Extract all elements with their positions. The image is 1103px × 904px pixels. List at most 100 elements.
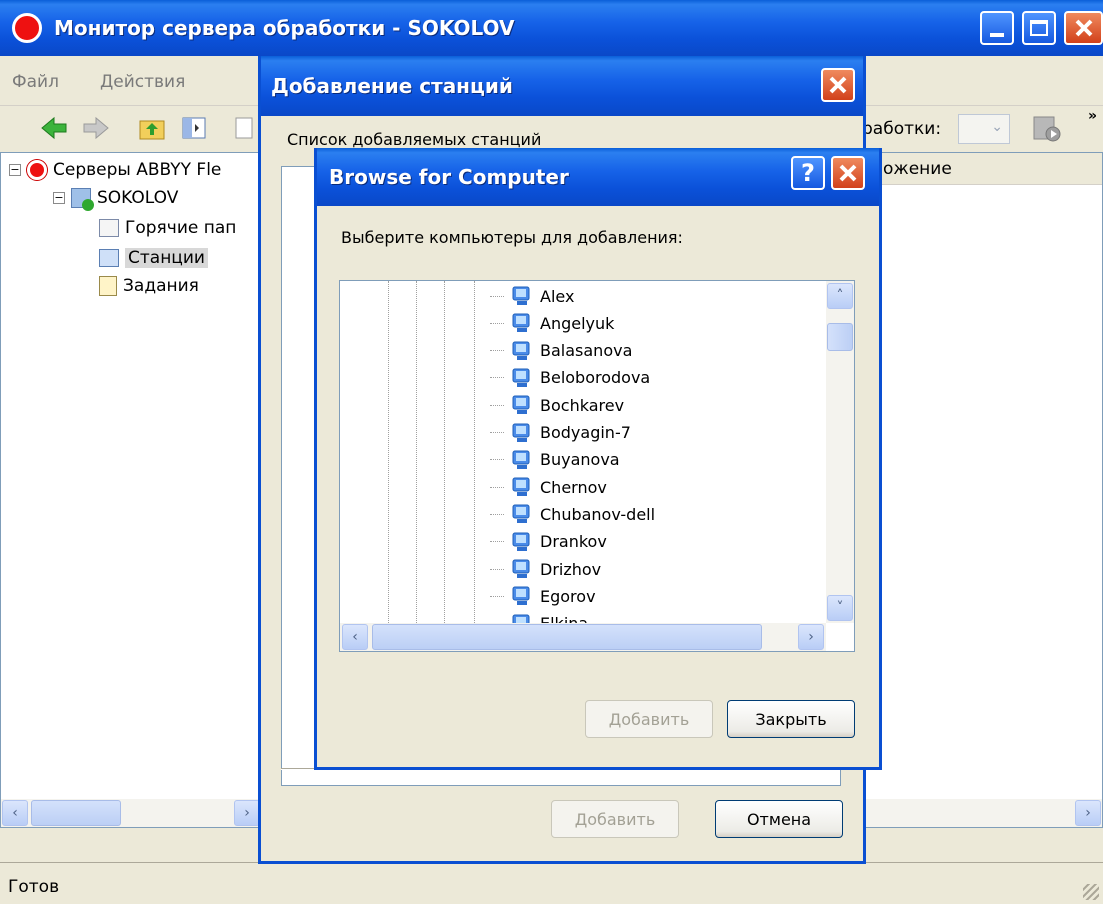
tree-connector [490,595,504,597]
minimize-icon [990,33,1004,37]
menu-actions[interactable]: Действия [100,72,185,92]
toolbar-overflow-icon[interactable]: » [1088,108,1097,124]
computer-icon [512,313,532,333]
browse-for-computer-dialog: Browse for Computer ? Выберите компьютер… [314,148,882,770]
properties-icon [235,117,253,139]
main-title-bar[interactable]: Монитор сервера обработки - SOKOLOV [0,0,1103,56]
start-processing-button[interactable] [1030,112,1062,144]
close-icon [829,76,847,94]
tree-connector [490,459,504,461]
window-title: Монитор сервера обработки - SOKOLOV [54,16,515,40]
computer-name: Alex [540,286,575,306]
browse-dialog-title-bar[interactable]: Browse for Computer ? [317,148,879,206]
computer-name: Chubanov-dell [540,504,656,524]
scroll-thumb[interactable] [372,624,762,650]
tree-guide-line [474,281,475,623]
computer-tree[interactable]: Alex Angelyuk Balasanova Beloborodova Bochka… [339,280,855,652]
computer-icon [512,395,532,415]
tree-connector [490,404,504,406]
computer-item[interactable]: Bodyagin-7 [490,420,631,446]
status-text: Готов [8,877,60,897]
resize-grip-icon[interactable] [1083,884,1099,900]
browse-add-button[interactable]: Добавить [585,700,713,738]
scroll-thumb[interactable] [827,323,853,351]
start-server-icon [1033,116,1061,142]
browse-close-button[interactable]: Закрыть [727,700,855,738]
tree-connector [490,377,504,379]
collapse-icon[interactable]: − [9,164,21,176]
tree-connector [490,350,504,352]
add-button[interactable]: Добавить [551,800,679,838]
scroll-up-arrow[interactable]: ˄ [827,283,853,309]
close-icon [839,164,857,182]
menu-file[interactable]: Файл [12,72,59,92]
maximize-button[interactable] [1022,11,1056,45]
scroll-thumb[interactable] [31,800,121,826]
tree-vertical-scrollbar[interactable]: ˄ ˅ [826,281,854,623]
computer-item[interactable]: Drankov [490,529,607,555]
back-button[interactable] [38,112,70,144]
tree-item-hot-folders[interactable]: Горячие пап [99,215,236,241]
computer-item[interactable]: Chubanov-dell [490,501,655,527]
tree-item-jobs[interactable]: Задания [99,273,199,299]
scroll-right-arrow[interactable]: › [798,624,824,650]
stations-list-label: Список добавляемых станций [287,130,542,149]
console-tree[interactable]: − Серверы ABBYY Fle − SOKOLOV Горячие па… [0,152,262,828]
close-button[interactable] [1064,11,1103,45]
computer-name: Drankov [540,532,607,552]
tree-connector [490,486,504,488]
up-folder-button[interactable] [136,112,168,144]
add-dialog-title-bar[interactable]: Добавление станций [261,56,863,116]
tree-item-label: Серверы ABBYY Fle [53,160,222,180]
maximize-icon [1030,20,1048,36]
browse-dialog-close-button[interactable] [831,156,865,190]
help-button[interactable]: ? [791,156,825,190]
cancel-button[interactable]: Отмена [715,800,843,838]
tree-connector [490,568,504,570]
browse-dialog-title: Browse for Computer [329,165,569,189]
back-arrow-icon [41,116,67,140]
show-hide-tree-button[interactable] [178,112,210,144]
tree-item-label: SOKOLOV [97,188,179,208]
computer-item[interactable]: Drizhov [490,556,601,582]
properties-button[interactable] [228,112,260,144]
status-bar: Готов [0,862,1103,904]
computer-name: Buyanova [540,450,620,470]
toolbar-partial-label: работки: [862,119,942,139]
computer-item[interactable]: Beloborodova [490,365,650,391]
tree-connector [490,322,504,324]
computer-icon [512,450,532,470]
tree-horizontal-scrollbar[interactable]: ‹ › [340,623,826,651]
scroll-right-arrow[interactable]: › [234,800,260,826]
computer-item[interactable]: Angelyuk [490,310,614,336]
collapse-icon[interactable]: − [53,192,65,204]
computer-item[interactable]: Egorov [490,583,596,609]
tree-item-label: Станции [125,248,208,268]
computer-item[interactable]: Alex [490,283,574,309]
scroll-down-arrow[interactable]: ˅ [827,595,853,621]
chevron-down-icon: ⌄ [991,119,1003,135]
computer-item[interactable]: Bochkarev [490,392,624,418]
server-icon [71,188,94,211]
tree-horizontal-scrollbar[interactable]: ‹ › [1,799,261,827]
scroll-left-arrow[interactable]: ‹ [2,800,28,826]
add-dialog-close-button[interactable] [821,68,855,102]
tree-item-server[interactable]: − SOKOLOV [53,185,178,211]
tree-item-root[interactable]: − Серверы ABBYY Fle [9,157,221,183]
computer-name: Bochkarev [540,395,625,415]
scroll-left-arrow[interactable]: ‹ [342,624,368,650]
computer-icon [512,504,532,524]
forward-button[interactable] [80,112,112,144]
computer-item[interactable]: Buyanova [490,447,620,473]
scroll-right-arrow[interactable]: › [1075,800,1101,826]
column-header-label: ожение [883,159,952,179]
minimize-button[interactable] [980,11,1014,45]
computer-icon [512,286,532,306]
app-logo-icon [12,13,42,43]
computer-item[interactable]: Chernov [490,474,607,500]
forward-arrow-icon [83,116,109,140]
tree-item-stations[interactable]: Станции [99,245,208,271]
computer-name: Balasanova [540,341,633,361]
server-select[interactable]: ⌄ [958,114,1010,144]
computer-item[interactable]: Balasanova [490,338,632,364]
